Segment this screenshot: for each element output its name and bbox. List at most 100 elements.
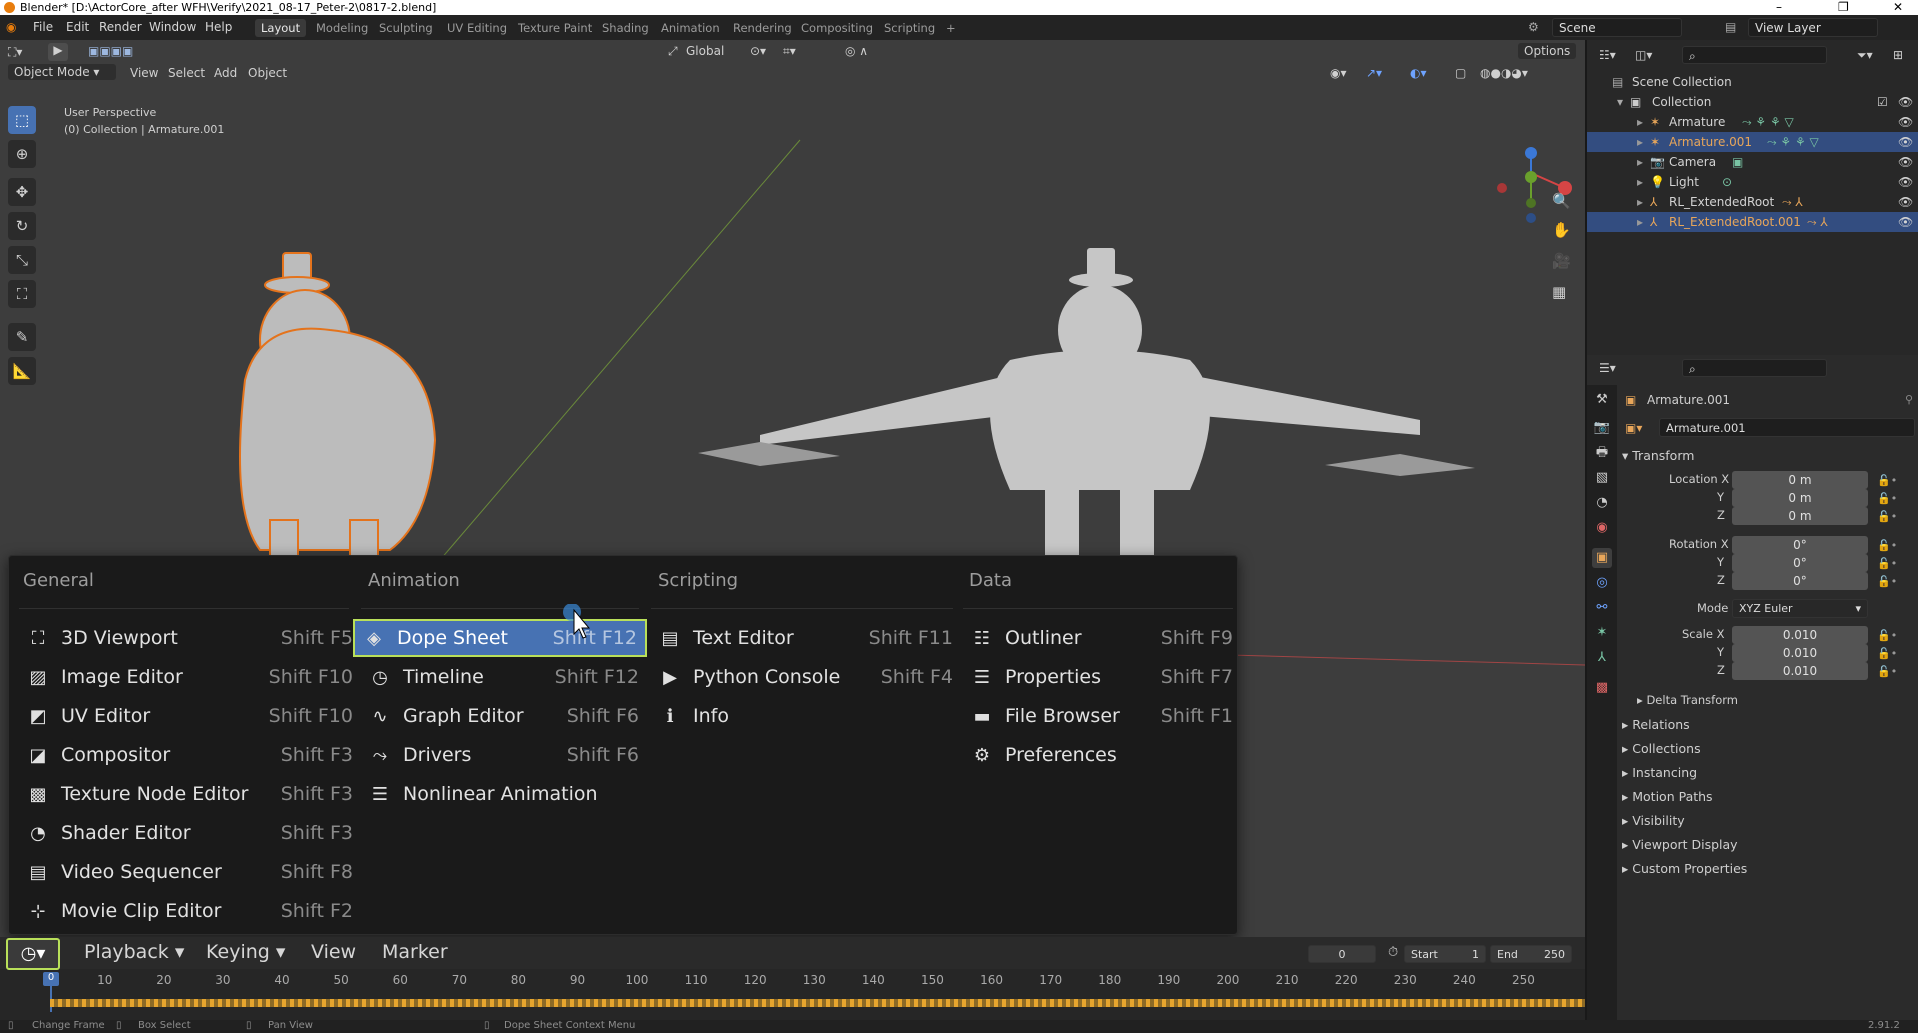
tab-animation[interactable]: Animation (655, 19, 726, 37)
transform-panel-header[interactable]: ▾ Transform (1622, 448, 1694, 463)
menu-item-image-editor[interactable]: ▨ Image Editor Shift F10 (19, 660, 353, 694)
menu-item-3d-viewport[interactable]: ⛶ 3D Viewport Shift F5 (19, 621, 353, 655)
outliner-item-light[interactable]: ▸ 💡 Light ⊙ 👁 (1587, 172, 1918, 192)
outliner-editor-icon[interactable]: ☷▾ (1599, 48, 1616, 62)
snap-icon[interactable]: ⌗▾ (783, 44, 796, 59)
xray-icon[interactable]: ▢ (1455, 66, 1466, 80)
object-tab-icon[interactable]: ▣ (1592, 548, 1612, 568)
lock-icons[interactable]: 🔓• 🔓• 🔓• (1877, 472, 1897, 526)
menu-item-video-sequencer[interactable]: ▤ Video Sequencer Shift F8 (19, 855, 353, 889)
rotation-z-field[interactable]: 0° (1732, 572, 1868, 590)
transform-orientation-dropdown[interactable]: Global (686, 44, 724, 58)
texture-tab-icon[interactable]: ▩ (1592, 678, 1612, 698)
scene-tab-icon[interactable]: ◔ (1592, 493, 1612, 513)
menu-add[interactable]: Add (214, 66, 237, 80)
pan-hand-icon[interactable]: ✋ (1552, 221, 1571, 239)
lock-icons[interactable]: 🔓• 🔓• 🔓• (1877, 537, 1897, 591)
editor-type-icon[interactable]: ⛶▾ (8, 45, 22, 60)
gizmo-toggle-icon[interactable]: ↗▾ (1366, 66, 1382, 80)
camera-view-icon[interactable]: 🎥 (1552, 252, 1571, 270)
properties-editor[interactable]: ☰▾ ⌕ ⚒ 📷 🖶 ▧ ◔ ◉ ▣ ◎ ⚯ ✶ ⅄ ▩ ▣ Armature.… (1585, 355, 1918, 1020)
current-frame-field[interactable]: 0 (1308, 945, 1376, 963)
annotate-tool-icon[interactable]: ✎ (8, 323, 36, 351)
eye-icon[interactable]: 👁 (1898, 172, 1913, 192)
menu-render[interactable]: Render (99, 20, 142, 34)
maximize-icon[interactable]: ❐ (1838, 0, 1849, 15)
minimize-icon[interactable]: – (1776, 0, 1782, 15)
bone-tab-icon[interactable]: ⅄ (1592, 648, 1612, 668)
scale-y-field[interactable]: 0.010 (1732, 644, 1868, 662)
outliner-item-rl-extendedroot-001[interactable]: ▸ ⅄ RL_ExtendedRoot.001 ⤳ ⅄ 👁 (1587, 212, 1918, 232)
tweak-tool-icon[interactable]: ⬚ (8, 106, 36, 134)
scene-selector[interactable]: Scene (1552, 18, 1682, 37)
filter-icon[interactable]: ⏷▾ (1857, 48, 1873, 63)
overlay-toggle-icon[interactable]: ◐▾ (1410, 66, 1427, 80)
render-tab-icon[interactable]: 📷 (1592, 418, 1612, 438)
menu-item-file-browser[interactable]: ▬ File Browser Shift F1 (963, 699, 1233, 733)
tab-scripting[interactable]: Scripting (878, 19, 941, 37)
tab-layout[interactable]: Layout (255, 19, 307, 37)
visibility-icon[interactable]: ◉▾ (1330, 66, 1347, 80)
object-name-field[interactable]: Armature.001 (1659, 418, 1915, 437)
timeline-editor[interactable]: ◷▾ Playback ▾ Keying ▾ View Marker 0 ⏱ S… (0, 937, 1585, 1020)
zoom-icon[interactable]: 🔍 (1552, 192, 1571, 210)
menu-item-nonlinear-animation[interactable]: ☰ Nonlinear Animation (361, 777, 639, 811)
tab-sculpting[interactable]: Sculpting (373, 19, 439, 37)
checkbox-icon[interactable]: ☑ (1877, 92, 1888, 112)
object-data-tab-icon[interactable]: ✶ (1592, 623, 1612, 643)
outliner-item-rl-extendedroot[interactable]: ▸ ⅄ RL_ExtendedRoot ⤳ ⅄ 👁 (1587, 192, 1918, 212)
eye-icon[interactable]: 👁 (1898, 152, 1913, 172)
menu-edit[interactable]: Edit (66, 20, 89, 34)
menu-item-uv-editor[interactable]: ◩ UV Editor Shift F10 (19, 699, 353, 733)
scale-z-field[interactable]: 0.010 (1732, 662, 1868, 680)
menu-view[interactable]: View (311, 941, 356, 963)
menu-keying[interactable]: Keying ▾ (206, 941, 285, 963)
menu-window[interactable]: Window (149, 20, 196, 34)
delta-transform-panel[interactable]: ▸ Delta Transform (1637, 693, 1738, 707)
tab-modeling[interactable]: Modeling (310, 19, 374, 37)
outliner-search-input[interactable]: ⌕ (1682, 46, 1827, 64)
ortho-grid-icon[interactable]: ▦ (1552, 283, 1566, 301)
constraints-tab-icon[interactable]: ⚯ (1592, 598, 1612, 618)
collections-panel[interactable]: ▸ Collections (1622, 741, 1701, 756)
object-mode-dropdown[interactable]: Object Mode ▾ (8, 64, 116, 80)
visibility-panel[interactable]: ▸ Visibility (1622, 813, 1685, 828)
options-button[interactable]: Options (1518, 43, 1577, 59)
menu-item-compositor[interactable]: ◪ Compositor Shift F3 (19, 738, 353, 772)
menu-item-drivers[interactable]: ⤳ Drivers Shift F6 (361, 738, 639, 772)
menu-view[interactable]: View (130, 66, 158, 80)
motion-paths-panel[interactable]: ▸ Motion Paths (1622, 789, 1713, 804)
tab-shading[interactable]: Shading (596, 19, 655, 37)
menu-item-texture-node-editor[interactable]: ▩ Texture Node Editor Shift F3 (19, 777, 353, 811)
rotation-y-field[interactable]: 0° (1732, 554, 1868, 572)
outliner-item-armature[interactable]: ▸ ✶ Armature ⤳ ⚘ ⚘ ▽ 👁 (1587, 112, 1918, 132)
eye-icon[interactable]: 👁 (1898, 192, 1913, 212)
menu-playback[interactable]: Playback ▾ (84, 941, 184, 963)
display-mode-icon[interactable]: ◫▾ (1635, 48, 1652, 62)
proportional-edit-icon[interactable]: ◎ ∧ (845, 44, 868, 58)
tab-uv-editing[interactable]: UV Editing (441, 19, 513, 37)
menu-item-movie-clip-editor[interactable]: ⊹ Movie Clip Editor Shift F2 (19, 894, 353, 928)
editor-type-button[interactable]: ◷▾ (6, 938, 60, 970)
location-x-field[interactable]: 0 m (1732, 471, 1868, 489)
frame-ruler[interactable]: 0 10 20 30 40 50 60 70 80 90 100 110 120 130 140 150 160… (0, 971, 1585, 991)
eye-icon[interactable]: 👁 (1898, 112, 1913, 132)
shading-modes-icon[interactable]: ◍●◑◕▾ (1480, 66, 1528, 80)
properties-search-input[interactable]: ⌕ (1682, 359, 1827, 377)
pin-icon[interactable]: ⚲ (1905, 393, 1913, 406)
start-frame-field[interactable]: Start 1 (1404, 945, 1486, 963)
output-tab-icon[interactable]: 🖶 (1592, 443, 1612, 463)
physics-tab-icon[interactable]: ◎ (1592, 573, 1612, 593)
outliner[interactable]: ☷▾ ◫▾ ⌕ ⏷▾ ⊞ ▤ Scene Collection ▾ ▣ Collect… (1585, 40, 1918, 355)
menu-item-properties[interactable]: ☰ Properties Shift F7 (963, 660, 1233, 694)
blender-menu-icon[interactable]: ◉ (6, 20, 16, 34)
eye-icon[interactable]: 👁 (1898, 92, 1913, 112)
eye-icon[interactable]: 👁 (1898, 132, 1913, 152)
location-z-field[interactable]: 0 m (1732, 507, 1868, 525)
custom-properties-panel[interactable]: ▸ Custom Properties (1622, 861, 1747, 876)
end-frame-field[interactable]: End 250 (1490, 945, 1572, 963)
instancing-panel[interactable]: ▸ Instancing (1622, 765, 1697, 780)
measure-tool-icon[interactable]: 📐 (8, 357, 36, 385)
relations-panel[interactable]: ▸ Relations (1622, 717, 1690, 732)
move-tool-icon[interactable]: ✥ (8, 178, 36, 206)
